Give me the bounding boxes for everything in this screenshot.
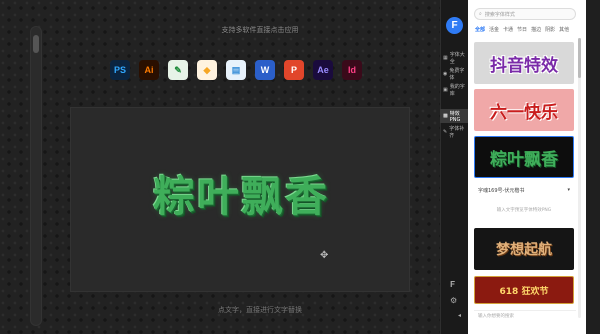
pen-icon: ✎ [443, 129, 448, 135]
tab-festival[interactable]: 节日 [517, 26, 527, 33]
free-icon: ◉ [443, 71, 448, 77]
sidebar-item-my-fonts[interactable]: ▣ 我的字库 [440, 83, 468, 97]
library-icon: ▣ [443, 87, 448, 93]
brand-f-icon[interactable]: 𝐅 [450, 280, 455, 290]
panel-edge [586, 0, 600, 334]
preview-input-hint[interactable]: 输入文字预览字体特效PNG [474, 207, 574, 213]
left-scrollbar[interactable] [30, 26, 42, 326]
grid-icon: ▦ [443, 55, 448, 61]
search-placeholder: 搜索字体样式 [484, 11, 515, 18]
keynote-icon[interactable]: ▤ [226, 60, 246, 80]
tab-shadow[interactable]: 阴影 [545, 26, 555, 33]
hint-top: 支持多软件直接点击应用 [221, 26, 299, 34]
tab-stroke[interactable]: 描边 [531, 26, 541, 33]
category-tabs: 全部 活金 卡通 节日 描边 阴影 其他 [475, 26, 569, 33]
app-icon-row: PS Ai ✎ ◆ ▤ W P Ae Id [110, 60, 362, 80]
chevron-down-icon: ▾ [567, 187, 570, 193]
effect-card-liuyi[interactable]: 六一快乐 [474, 89, 574, 131]
tab-cartoon[interactable]: 卡通 [503, 26, 513, 33]
sidebar-item-label: 特效PNG [449, 110, 461, 123]
move-cursor-icon: ✥ [320, 250, 329, 261]
sidebar-item-free-fonts[interactable]: ◉ 免费字体 [440, 67, 468, 81]
sidebar-item-font-library[interactable]: ▦ 字体大全 [440, 51, 468, 65]
image-icon: ▩ [443, 113, 448, 119]
aftereffects-icon[interactable]: Ae [313, 60, 333, 80]
coreldraw-icon[interactable]: ✎ [168, 60, 188, 80]
sketch-icon[interactable]: ◆ [197, 60, 217, 80]
sidebar-item-label: 字体大全 [449, 52, 465, 65]
illustrator-icon[interactable]: Ai [139, 60, 159, 80]
effect-card-zongye[interactable]: 粽叶飘香 [474, 136, 574, 178]
hint-bottom: 点文字，直接进行文字替换 [218, 306, 302, 314]
gear-icon[interactable]: ⚙ [450, 296, 457, 305]
collapse-arrow-icon[interactable]: ◂ [458, 312, 461, 319]
search-icon: ⌕ [479, 11, 482, 17]
font-select-value: 字魂169号-伏元楷书 [478, 187, 525, 194]
sidebar-item-effect-png[interactable]: ▩ 特效PNG [440, 109, 468, 123]
bottom-search-input[interactable]: 输入你想要的搜索 [474, 310, 576, 321]
effect-text-preview[interactable]: 粽叶飘香 [126, 163, 356, 224]
scroll-thumb[interactable] [33, 35, 39, 53]
sidebar-item-label: 字体补齐 [449, 126, 465, 139]
tab-other[interactable]: 其他 [559, 26, 569, 33]
sidebar-item-label: 我的字库 [449, 84, 465, 97]
sidebar-item-font-complete[interactable]: ✎ 字体补齐 [440, 125, 468, 139]
scroll-thumb[interactable] [578, 38, 581, 78]
word-icon[interactable]: W [255, 60, 275, 80]
panel-scrollbar[interactable] [578, 38, 581, 318]
tab-all[interactable]: 全部 [475, 26, 485, 33]
effect-card-618[interactable]: 618 狂欢节 [474, 276, 574, 304]
effect-card-douyin[interactable]: 抖音特效 [474, 42, 574, 84]
effect-card-mengxiang[interactable]: 梦想起航 [474, 228, 574, 270]
tab-gold[interactable]: 活金 [489, 26, 499, 33]
app-logo[interactable]: F [446, 17, 463, 34]
sidebar-item-label: 免费字体 [449, 68, 465, 81]
powerpoint-icon[interactable]: P [284, 60, 304, 80]
search-input[interactable]: ⌕ 搜索字体样式 [474, 8, 576, 20]
font-select[interactable]: 字魂169号-伏元楷书 ▾ [474, 184, 574, 196]
photoshop-icon[interactable]: PS [110, 60, 130, 80]
indesign-icon[interactable]: Id [342, 60, 362, 80]
preview-canvas[interactable]: 粽叶飘香 [70, 107, 410, 292]
